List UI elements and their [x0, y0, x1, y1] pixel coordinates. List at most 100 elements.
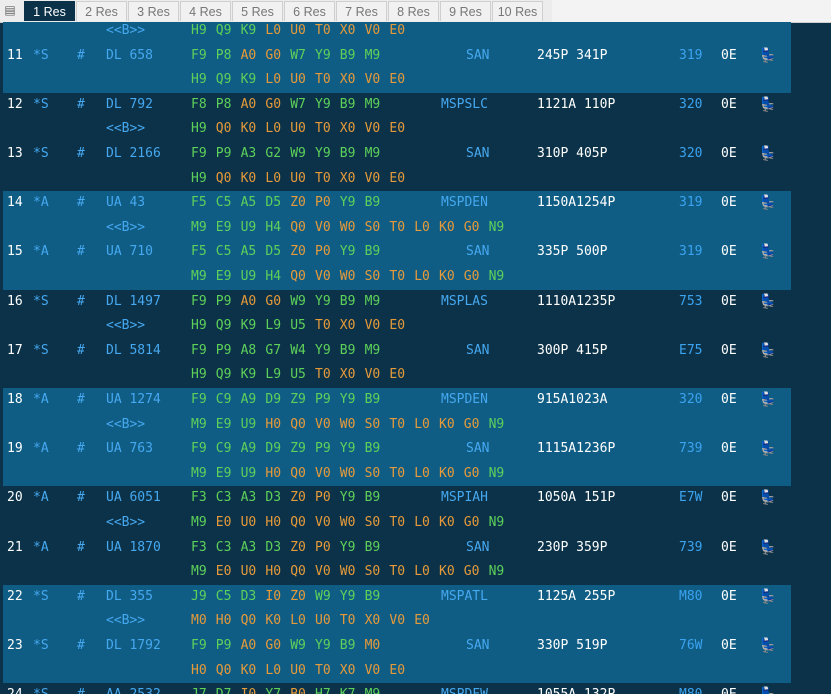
class-code[interactable]: L9: [265, 363, 281, 387]
seat-map-icon[interactable]: 💺: [759, 290, 776, 314]
flight-number[interactable]: DL 2166: [106, 142, 161, 166]
seat-map-icon[interactable]: 💺: [759, 437, 776, 461]
class-code[interactable]: Z0: [290, 585, 306, 609]
class-code[interactable]: D5: [265, 240, 281, 264]
class-code[interactable]: P9: [315, 388, 331, 412]
class-code[interactable]: H0: [265, 462, 281, 486]
class-code[interactable]: A0: [241, 93, 257, 117]
class-code[interactable]: W9: [290, 142, 306, 166]
line-number[interactable]: 23: [7, 634, 23, 658]
class-code[interactable]: P0: [315, 486, 331, 510]
class-code[interactable]: H9: [191, 167, 207, 191]
class-code[interactable]: Y9: [315, 93, 331, 117]
class-code[interactable]: M9: [365, 290, 381, 314]
class-code[interactable]: V0: [365, 117, 381, 141]
class-code[interactable]: B9: [365, 240, 381, 264]
flight-number[interactable]: UA 43: [106, 191, 145, 215]
class-code[interactable]: Z0: [290, 240, 306, 264]
class-code[interactable]: V0: [315, 413, 331, 437]
class-code[interactable]: A3: [241, 486, 257, 510]
class-code[interactable]: B9: [365, 388, 381, 412]
class-code[interactable]: L0: [414, 462, 430, 486]
class-code[interactable]: Y9: [340, 486, 356, 510]
class-code[interactable]: Q0: [216, 659, 232, 683]
flight-number[interactable]: DL 792: [106, 93, 153, 117]
class-code[interactable]: H0: [216, 609, 232, 633]
class-code[interactable]: K9: [241, 314, 257, 338]
class-code[interactable]: K0: [439, 413, 455, 437]
class-code[interactable]: X0: [340, 167, 356, 191]
class-code[interactable]: W0: [340, 216, 356, 240]
class-code[interactable]: Y7: [265, 683, 281, 694]
class-code[interactable]: B9: [340, 142, 356, 166]
class-code[interactable]: H9: [191, 22, 207, 43]
class-code[interactable]: K0: [439, 265, 455, 289]
class-code[interactable]: L0: [414, 560, 430, 584]
class-code[interactable]: C9: [216, 437, 232, 461]
class-code[interactable]: S0: [365, 560, 381, 584]
class-code[interactable]: Q9: [216, 22, 232, 43]
class-code[interactable]: X0: [340, 314, 356, 338]
class-code[interactable]: M0: [191, 609, 207, 633]
class-code[interactable]: Z0: [290, 486, 306, 510]
class-code[interactable]: T0: [389, 265, 405, 289]
class-code[interactable]: V0: [365, 363, 381, 387]
line-number[interactable]: 12: [7, 93, 23, 117]
class-code[interactable]: E0: [389, 314, 405, 338]
class-code[interactable]: M9: [365, 683, 381, 694]
tab-3-res[interactable]: 3 Res: [128, 1, 179, 21]
class-code[interactable]: P9: [216, 634, 232, 658]
class-code[interactable]: Y9: [340, 585, 356, 609]
class-code[interactable]: M9: [191, 511, 207, 535]
class-code[interactable]: D9: [265, 437, 281, 461]
class-code[interactable]: K0: [241, 659, 257, 683]
flight-number[interactable]: UA 710: [106, 240, 153, 264]
class-code[interactable]: G0: [464, 265, 480, 289]
class-code[interactable]: W9: [290, 290, 306, 314]
class-code[interactable]: B9: [365, 191, 381, 215]
class-code[interactable]: W0: [340, 462, 356, 486]
class-code[interactable]: H0: [265, 560, 281, 584]
class-code[interactable]: I0: [265, 585, 281, 609]
class-code[interactable]: V0: [315, 462, 331, 486]
class-code[interactable]: Y9: [315, 290, 331, 314]
class-code[interactable]: F9: [191, 339, 207, 363]
class-code[interactable]: M9: [191, 413, 207, 437]
tab-8-res[interactable]: 8 Res: [388, 1, 439, 21]
class-code[interactable]: M0: [365, 634, 381, 658]
class-code[interactable]: G0: [464, 560, 480, 584]
class-code[interactable]: L0: [265, 22, 281, 43]
class-code[interactable]: H4: [265, 216, 281, 240]
class-code[interactable]: G0: [265, 634, 281, 658]
class-code[interactable]: V0: [365, 68, 381, 92]
class-code[interactable]: W0: [340, 413, 356, 437]
line-number[interactable]: 13: [7, 142, 23, 166]
line-number[interactable]: 19: [7, 437, 23, 461]
class-code[interactable]: H9: [191, 314, 207, 338]
class-code[interactable]: P9: [216, 339, 232, 363]
class-code[interactable]: P0: [315, 191, 331, 215]
class-code[interactable]: U9: [241, 462, 257, 486]
class-code[interactable]: K0: [241, 167, 257, 191]
class-code[interactable]: B9: [365, 536, 381, 560]
class-code[interactable]: U9: [241, 265, 257, 289]
line-number[interactable]: 21: [7, 536, 23, 560]
class-code[interactable]: D3: [241, 585, 257, 609]
class-code[interactable]: Y9: [340, 191, 356, 215]
class-code[interactable]: Y9: [340, 536, 356, 560]
class-code[interactable]: L0: [414, 413, 430, 437]
class-code[interactable]: L0: [265, 659, 281, 683]
class-code[interactable]: E0: [389, 167, 405, 191]
seat-map-icon[interactable]: 💺: [759, 142, 776, 166]
class-code[interactable]: E0: [389, 659, 405, 683]
class-code[interactable]: U0: [290, 68, 306, 92]
class-code[interactable]: N9: [489, 462, 505, 486]
class-code[interactable]: P8: [216, 44, 232, 68]
class-code[interactable]: H7: [315, 683, 331, 694]
class-code[interactable]: Y9: [315, 339, 331, 363]
tab-5-res[interactable]: 5 Res: [232, 1, 283, 21]
class-code[interactable]: D3: [265, 536, 281, 560]
class-code[interactable]: S0: [365, 413, 381, 437]
class-code[interactable]: F3: [191, 536, 207, 560]
flight-number[interactable]: DL 1497: [106, 290, 161, 314]
